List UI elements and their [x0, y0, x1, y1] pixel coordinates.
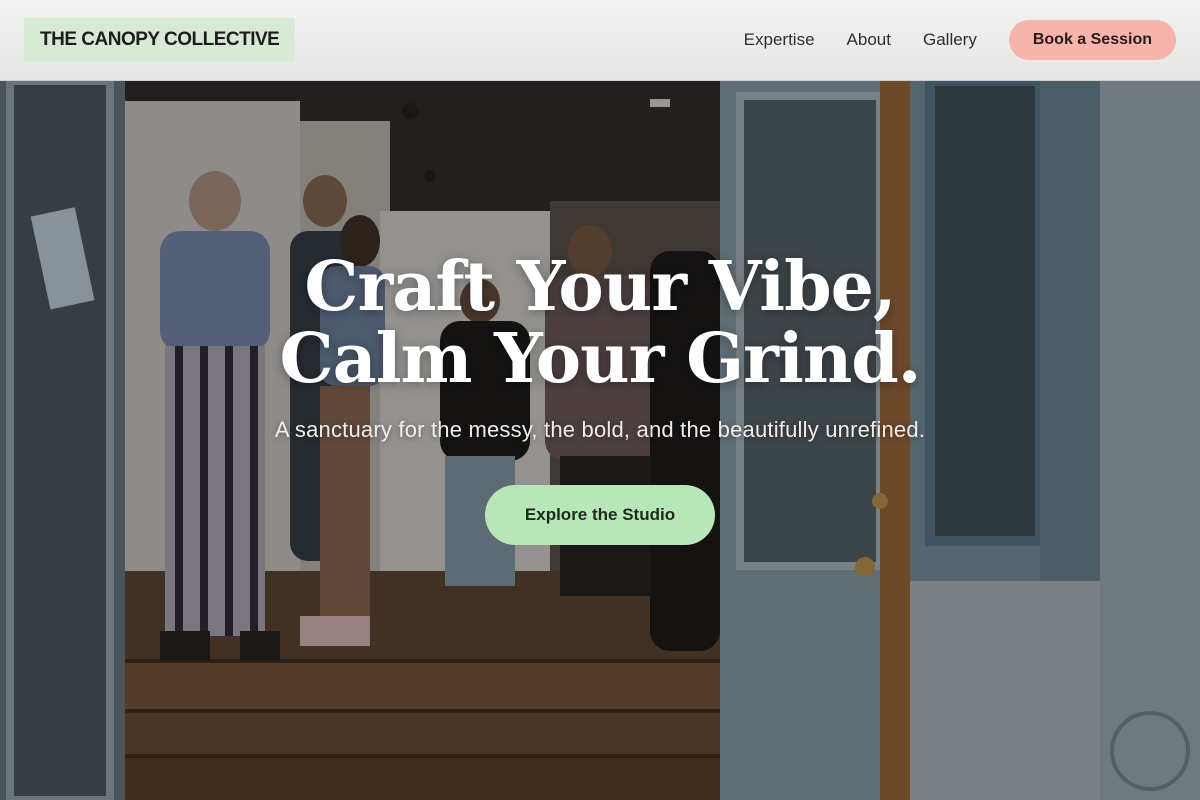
book-session-button[interactable]: Book a Session: [1008, 20, 1176, 60]
hero-title: Craft Your Vibe, Calm Your Grind.: [279, 247, 922, 399]
site-logo[interactable]: THE CANOPY COLLECTIVE: [24, 18, 296, 62]
hero-subtitle: A sanctuary for the messy, the bold, and…: [274, 417, 926, 442]
nav-link-gallery[interactable]: Gallery: [923, 30, 977, 50]
hero-section: Craft Your Vibe, Calm Your Grind. A sanc…: [0, 81, 1200, 800]
explore-studio-button[interactable]: Explore the Studio: [484, 485, 716, 545]
main-nav: Expertise About Gallery Book a Session: [744, 20, 1176, 60]
nav-link-expertise[interactable]: Expertise: [744, 30, 815, 50]
site-header: THE CANOPY COLLECTIVE Expertise About Ga…: [0, 0, 1200, 81]
hero-content: Craft Your Vibe, Calm Your Grind. A sanc…: [0, 251, 1200, 545]
nav-link-about[interactable]: About: [847, 30, 891, 50]
